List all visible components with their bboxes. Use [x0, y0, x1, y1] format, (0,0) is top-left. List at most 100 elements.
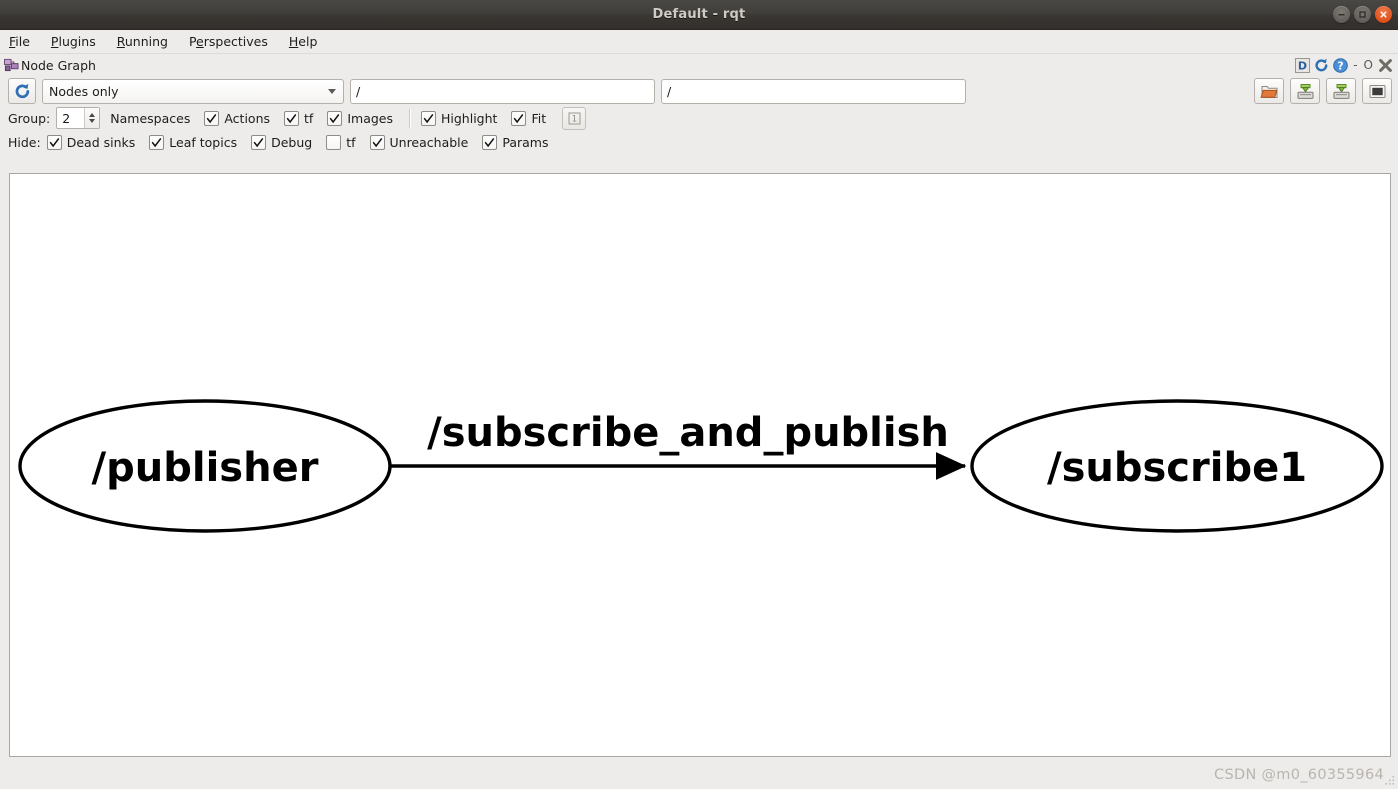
checkbox-images[interactable]: Images — [327, 110, 393, 126]
resize-grip-icon[interactable] — [1384, 775, 1396, 787]
svg-text:1: 1 — [571, 114, 576, 124]
svg-text:?: ? — [1338, 60, 1344, 72]
spinbox-arrows[interactable] — [84, 108, 100, 128]
checkbox-tf[interactable]: tf — [284, 110, 314, 126]
dock-title-label: Node Graph — [21, 57, 96, 73]
node-filter-value: / — [667, 83, 672, 99]
checkbox-box[interactable] — [511, 110, 527, 126]
reload-icon[interactable] — [1314, 58, 1329, 73]
help-icon[interactable]: ? — [1333, 57, 1349, 73]
watermark: CSDN @m0_60355964 — [1214, 767, 1384, 783]
checkbox-label: Params — [502, 134, 549, 150]
close-icon — [1380, 11, 1387, 18]
edge-label-text: /subscribe_and_publish — [427, 410, 949, 456]
menu-perspectives[interactable]: Perspectives — [189, 32, 279, 51]
check-icon — [329, 113, 340, 123]
checkbox-highlight[interactable]: Highlight — [421, 110, 498, 126]
checkbox-label: Unreachable — [389, 134, 469, 150]
checkbox-box[interactable] — [251, 134, 267, 150]
ros-node-graph-canvas[interactable]: /subscribe_and_publish /publisher /subsc… — [9, 173, 1391, 757]
refresh-graph-button[interactable] — [8, 78, 36, 104]
check-icon — [49, 137, 60, 147]
check-icon — [372, 137, 382, 147]
checkbox-unreachable[interactable]: Unreachable — [369, 134, 469, 150]
minimize-button[interactable] — [1333, 6, 1350, 23]
menu-running[interactable]: Running — [117, 32, 179, 51]
checkbox-dead-sinks[interactable]: Dead sinks — [46, 134, 135, 150]
checkbox-label: Highlight — [441, 110, 498, 126]
graph-edge-label: /subscribe_and_publish — [427, 410, 949, 456]
node-subscribe1-text: /subscribe1 — [1047, 445, 1307, 491]
checkbox-box[interactable] — [284, 110, 300, 126]
menu-perspectives-label: rspectives — [203, 34, 268, 49]
dock-float-button[interactable]: O — [1363, 59, 1374, 71]
checkbox-box[interactable] — [204, 110, 220, 126]
save-dot-button[interactable] — [1290, 78, 1320, 104]
node-graph-icon — [4, 58, 19, 72]
zoom-reset-button[interactable]: 1 — [562, 106, 587, 130]
checkbox-box[interactable] — [482, 134, 498, 150]
toolbar-separator — [409, 108, 411, 128]
check-icon — [151, 137, 162, 147]
checkbox-label: Leaf topics — [169, 134, 238, 150]
toolbar-right-buttons — [1254, 76, 1392, 106]
rqt-window: Default - rqt File Plugins Running Persp… — [0, 0, 1398, 789]
dock-close-icon[interactable] — [1378, 58, 1393, 73]
maximize-icon — [1359, 11, 1366, 18]
zoom-one-icon: 1 — [568, 112, 581, 124]
checkbox-fit[interactable]: Fit — [511, 110, 547, 126]
menu-bar: File Plugins Running Perspectives Help — [0, 30, 1398, 54]
dock-d-button[interactable]: D — [1295, 57, 1311, 73]
close-button[interactable] — [1375, 6, 1392, 23]
topic-filter-input[interactable]: / — [350, 78, 655, 104]
checkbox-debug[interactable]: Debug — [251, 134, 312, 150]
check-icon — [484, 137, 495, 147]
checkbox-label: Fit — [531, 110, 547, 126]
node-label: /subscribe1 — [1047, 445, 1307, 491]
save-image-button[interactable] — [1362, 78, 1392, 104]
checkbox-box[interactable] — [327, 110, 343, 126]
group-label: Group: — [8, 110, 51, 126]
checkbox-hide-tf[interactable]: tf — [326, 134, 356, 150]
check-icon — [514, 113, 524, 123]
group-spinbox[interactable]: 2 — [56, 107, 101, 129]
menu-plugins-label: lugins — [58, 34, 96, 49]
graph-mode-combobox[interactable]: Nodes only — [42, 78, 344, 104]
minimize-icon — [1338, 14, 1345, 16]
hide-options-row: Hide: Dead sinks Leaf topics Debug tf Un… — [0, 130, 1398, 154]
checkbox-actions[interactable]: Actions — [204, 110, 270, 126]
load-dot-button[interactable] — [1254, 78, 1284, 104]
menu-plugins[interactable]: Plugins — [51, 32, 107, 51]
graph-node-publisher[interactable]: /publisher — [18, 399, 392, 533]
checkbox-box[interactable] — [326, 134, 342, 150]
menu-file[interactable]: File — [9, 32, 41, 51]
folder-icon — [1259, 85, 1277, 98]
checkbox-leaf-topics[interactable]: Leaf topics — [149, 134, 238, 150]
window-controls — [1333, 0, 1392, 29]
dock-minimize-button[interactable]: - — [1352, 59, 1358, 71]
node-graph-svg: /subscribe_and_publish /publisher /subsc… — [18, 399, 1384, 533]
check-icon — [253, 137, 264, 147]
graph-node-subscribe1[interactable]: /subscribe1 — [970, 399, 1384, 533]
node-filter-input[interactable]: / — [661, 78, 966, 104]
menu-help[interactable]: Help — [289, 32, 329, 51]
save-as-svg-button[interactable] — [1326, 78, 1356, 104]
topic-filter-value: / — [356, 83, 361, 99]
checkbox-box[interactable] — [369, 134, 385, 150]
checkbox-box[interactable] — [421, 110, 436, 126]
checkbox-box[interactable] — [46, 134, 62, 150]
spinbox-down-icon[interactable] — [89, 119, 96, 123]
maximize-button[interactable] — [1354, 6, 1371, 23]
node-label: /publisher — [92, 445, 319, 491]
checkbox-box[interactable] — [149, 134, 165, 150]
node-publisher-text: /publisher — [92, 445, 319, 491]
checkbox-label: tf — [304, 110, 314, 126]
checkbox-params[interactable]: Params — [482, 134, 549, 150]
hide-label: Hide: — [8, 134, 41, 150]
spinbox-up-icon[interactable] — [89, 113, 96, 117]
checkbox-label: tf — [346, 134, 356, 150]
chevron-down-icon — [328, 89, 336, 94]
save-disk-icon — [1333, 83, 1349, 99]
svg-text:D: D — [1298, 59, 1307, 72]
menu-file-label: ile — [15, 34, 30, 49]
